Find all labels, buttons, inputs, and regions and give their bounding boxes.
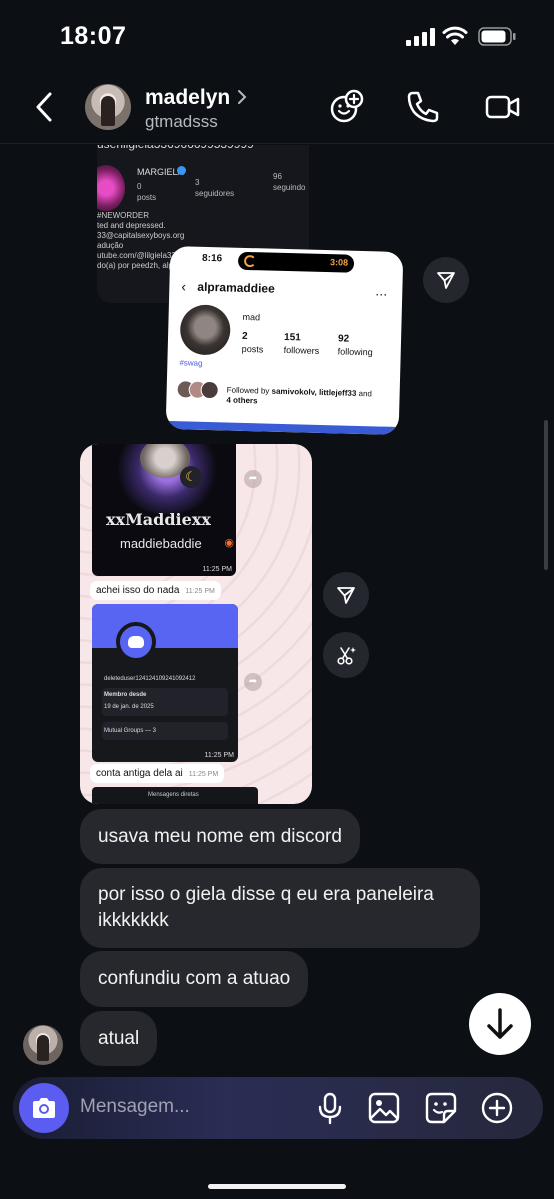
timer-ring-icon <box>243 254 257 268</box>
share-button[interactable] <box>423 257 469 303</box>
video-call-icon[interactable] <box>484 88 522 126</box>
moon-icon: ☾ <box>180 466 202 488</box>
message-bubble[interactable]: confundiu com a atuao <box>80 951 309 1007</box>
card-following-stat: 92 following <box>337 333 373 358</box>
shared-profile-card[interactable]: 8:16 3:08 ‹ alpramaddiee ⋯ mad 2 posts 15… <box>165 245 404 436</box>
sticker-icon[interactable] <box>424 1091 458 1125</box>
message-bubble[interactable]: por isso o giela disse q eu era paneleir… <box>80 868 480 948</box>
battery-icon <box>478 27 516 46</box>
card-followers-stat: 151 followers <box>283 331 320 356</box>
card-follower-avatars <box>176 380 227 401</box>
card-posts-stat: 2 posts <box>241 330 264 355</box>
home-indicator[interactable] <box>208 1184 346 1189</box>
card-back-icon: ‹ <box>181 278 187 295</box>
ai-cutout-button[interactable] <box>323 632 369 678</box>
arrow-down-icon <box>487 1008 513 1039</box>
scroll-to-bottom-button[interactable] <box>469 993 531 1055</box>
shared-username: userlilgiela336966699539999 <box>97 145 254 151</box>
whatsapp-screenshot[interactable]: ☾ xxMaddiexx maddiebaddie ◉ 11:25 PM ➦ a… <box>80 444 312 804</box>
message-composer[interactable]: Mensagem... <box>13 1077 543 1139</box>
shared-posts-stat: 0 posts <box>137 182 157 202</box>
shared-profile-picture <box>97 165 125 211</box>
camera-button[interactable] <box>19 1083 69 1133</box>
wifi-icon <box>442 26 468 45</box>
card-display-name: mad <box>242 311 261 323</box>
card-username: alpramaddiee <box>197 279 275 296</box>
contact-name[interactable]: madelyn <box>145 86 230 110</box>
contact-avatar[interactable] <box>85 84 131 130</box>
forward-icon: ➦ <box>244 673 262 691</box>
shared-following-stat: 96 seguindo <box>273 172 306 192</box>
shared-followers-stat: 3 seguidores <box>195 178 235 198</box>
chevron-right-icon[interactable] <box>236 88 248 106</box>
gallery-icon[interactable] <box>367 1091 401 1125</box>
dynamic-island: 3:08 <box>237 251 355 273</box>
message-input[interactable]: Mensagem... <box>80 1096 190 1118</box>
forward-icon: ➦ <box>244 470 262 488</box>
wa-image-3: Mensagens diretas <box>92 787 258 804</box>
sender-avatar[interactable] <box>23 1025 63 1065</box>
wa-discord-screenshot: deleteduser12412410924109241​2 Membro de… <box>92 604 238 762</box>
verified-badge-icon <box>177 166 186 175</box>
chat-header: madelyn gtmadsss <box>0 72 554 144</box>
share-button[interactable] <box>323 572 369 618</box>
card-status-bar: 8:16 3:08 <box>170 246 404 278</box>
card-followed-by: Followed by samivokolv, littlejeff33 and… <box>226 385 373 406</box>
plus-circle-icon[interactable] <box>480 1091 514 1125</box>
card-more-icon: ⋯ <box>375 287 389 302</box>
scissors-sparkle-icon <box>337 647 356 665</box>
scrollbar[interactable] <box>544 420 548 570</box>
message-thread[interactable]: userlilgiela336966699539999 MARGIELA 0po… <box>0 145 554 1075</box>
back-arrow-icon[interactable] <box>30 86 60 128</box>
add-sticker-icon[interactable] <box>328 88 366 126</box>
camera-icon <box>33 1098 55 1118</box>
wa-message-2: conta antiga dela ai 11:25 PM <box>90 764 225 783</box>
send-icon <box>437 272 455 289</box>
phone-call-icon[interactable] <box>404 88 442 126</box>
message-bubble[interactable]: usava meu nome em discord <box>80 809 360 864</box>
message-bubble[interactable]: atual <box>80 1011 158 1066</box>
cellular-signal-icon <box>406 28 435 46</box>
contact-handle[interactable]: gtmadsss <box>145 112 218 132</box>
status-time: 18:07 <box>60 22 127 50</box>
card-profile-picture <box>179 304 231 356</box>
card-hashtag: #swag <box>179 358 203 368</box>
card-action-bar <box>165 420 399 436</box>
orange-badge-icon: ◉ <box>224 537 234 549</box>
microphone-icon[interactable] <box>313 1091 347 1125</box>
send-icon <box>337 587 355 604</box>
wa-message-1: achei isso do nada 11:25 PM <box>90 581 221 600</box>
discord-avatar-icon <box>116 622 156 662</box>
wa-image-1: ☾ xxMaddiexx maddiebaddie ◉ 11:25 PM <box>92 444 236 576</box>
status-bar: 18:07 <box>0 0 554 72</box>
